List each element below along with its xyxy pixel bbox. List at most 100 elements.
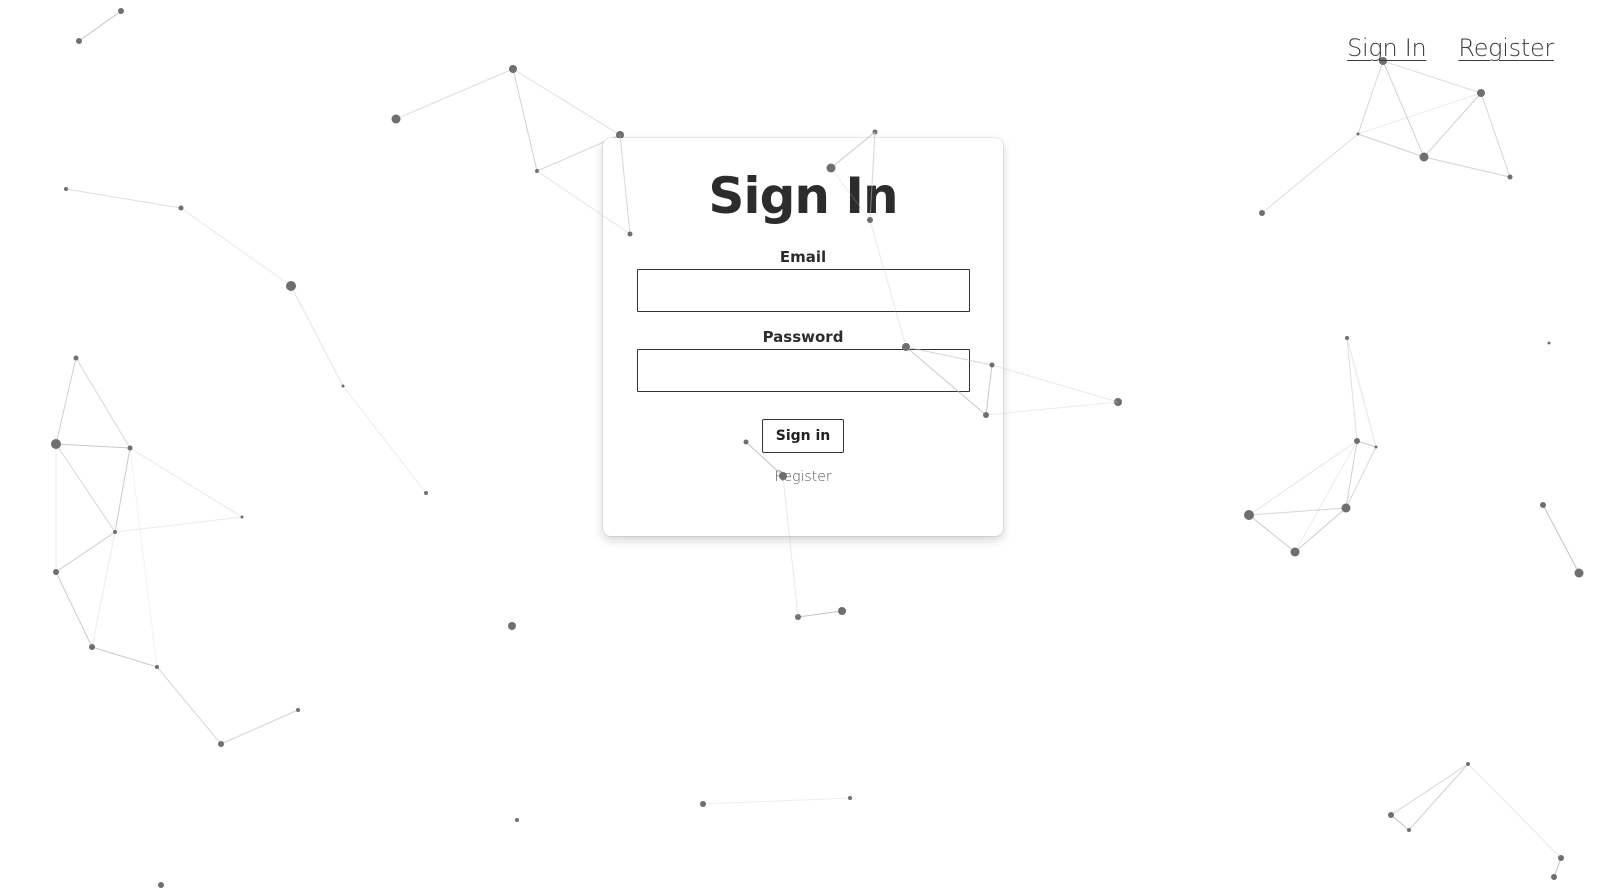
particle-node: [848, 796, 852, 800]
particle-link: [55, 531, 116, 573]
particle-node: [178, 205, 184, 211]
particle-link: [1542, 504, 1580, 574]
particle-link: [129, 447, 243, 518]
particle-link: [55, 357, 77, 445]
particle-node: [240, 515, 244, 519]
particle-node: [1354, 438, 1360, 444]
particle-node: [838, 607, 846, 615]
particle-node: [1574, 568, 1584, 578]
particle-node: [64, 187, 68, 191]
particle-link: [512, 68, 621, 136]
particle-node: [118, 8, 124, 14]
particle-node: [1419, 152, 1429, 162]
particle-node: [1345, 336, 1349, 340]
particle-link: [797, 610, 843, 618]
particle-link: [1480, 92, 1511, 178]
email-field[interactable]: [636, 269, 970, 312]
top-navigation: Sign In Register: [1347, 34, 1554, 62]
particle-node: [1244, 510, 1254, 520]
particle-link: [1357, 60, 1384, 135]
particle-node: [286, 281, 296, 291]
particle-node: [53, 569, 59, 575]
sign-in-button[interactable]: Sign in: [762, 419, 844, 453]
particle-link: [156, 666, 222, 745]
particle-node: [76, 38, 82, 44]
particle-node: [1290, 547, 1300, 557]
particle-link: [1248, 507, 1347, 516]
particle-node: [391, 114, 401, 124]
particle-link: [1467, 763, 1562, 859]
particle-link: [342, 385, 427, 494]
particle-link: [1382, 60, 1425, 158]
particle-link: [1248, 440, 1358, 516]
particle-link: [114, 516, 243, 533]
particle-node: [1259, 210, 1265, 216]
particle-link: [1294, 507, 1347, 553]
particle-link: [180, 207, 292, 287]
particle-link: [114, 447, 131, 533]
particle-node: [515, 818, 519, 822]
particle-node: [1507, 174, 1513, 180]
particle-link: [1382, 60, 1482, 94]
particle-link: [1345, 446, 1377, 509]
particle-link: [1261, 133, 1359, 214]
password-label: Password: [762, 328, 844, 346]
particle-node: [1341, 503, 1351, 513]
particle-node: [51, 439, 61, 449]
particle-node: [73, 355, 79, 361]
particle-link: [1346, 337, 1358, 442]
particle-node: [872, 129, 878, 135]
particle-node: [1551, 874, 1557, 880]
particle-node: [127, 445, 133, 451]
particle-link: [55, 443, 131, 449]
particle-node: [1558, 855, 1564, 861]
particle-node: [509, 65, 517, 73]
particle-node: [341, 384, 345, 388]
particle-link: [91, 531, 116, 648]
nav-sign-in-link[interactable]: Sign In: [1347, 34, 1427, 62]
email-label: Email: [779, 248, 827, 266]
particle-link: [1390, 814, 1410, 831]
sign-in-card: Sign In Email Password Sign in Register: [603, 138, 1003, 536]
particle-link: [395, 68, 514, 120]
particle-link: [290, 285, 344, 387]
particle-link: [1553, 857, 1562, 878]
password-field[interactable]: [636, 349, 970, 392]
particle-node: [1407, 828, 1411, 832]
particle-node: [296, 708, 300, 712]
particle-node: [89, 644, 95, 650]
particle-link: [1248, 514, 1296, 553]
particle-link: [75, 357, 131, 449]
particle-node: [1114, 398, 1122, 406]
particle-link: [55, 571, 93, 648]
particle-link: [65, 188, 182, 209]
particle-node: [155, 665, 159, 669]
particle-link: [512, 68, 538, 172]
particle-node: [795, 614, 801, 620]
particle-node: [1547, 341, 1551, 345]
particle-link: [1357, 133, 1425, 158]
particle-node: [1477, 89, 1485, 97]
particle-node: [113, 530, 117, 534]
particle-node: [508, 622, 516, 630]
particle-link: [129, 447, 158, 668]
particle-node: [1540, 502, 1546, 508]
page-title: Sign In: [708, 167, 898, 225]
particle-link: [702, 797, 851, 805]
particle-node: [1374, 445, 1378, 449]
particle-link: [55, 443, 116, 533]
particle-node: [1466, 762, 1470, 766]
particle-node: [1356, 132, 1360, 136]
particle-node: [535, 169, 539, 173]
nav-register-link[interactable]: Register: [1458, 34, 1554, 62]
particle-node: [158, 882, 164, 888]
page: Sign In Register Sign In Email Password …: [0, 0, 1604, 893]
particle-link: [78, 10, 122, 42]
particle-node: [424, 491, 428, 495]
register-link[interactable]: Register: [603, 469, 1003, 485]
particle-link: [220, 709, 299, 745]
particle-link: [1423, 156, 1511, 178]
particle-node: [218, 741, 224, 747]
particle-node: [700, 801, 706, 807]
particle-link: [91, 646, 158, 668]
